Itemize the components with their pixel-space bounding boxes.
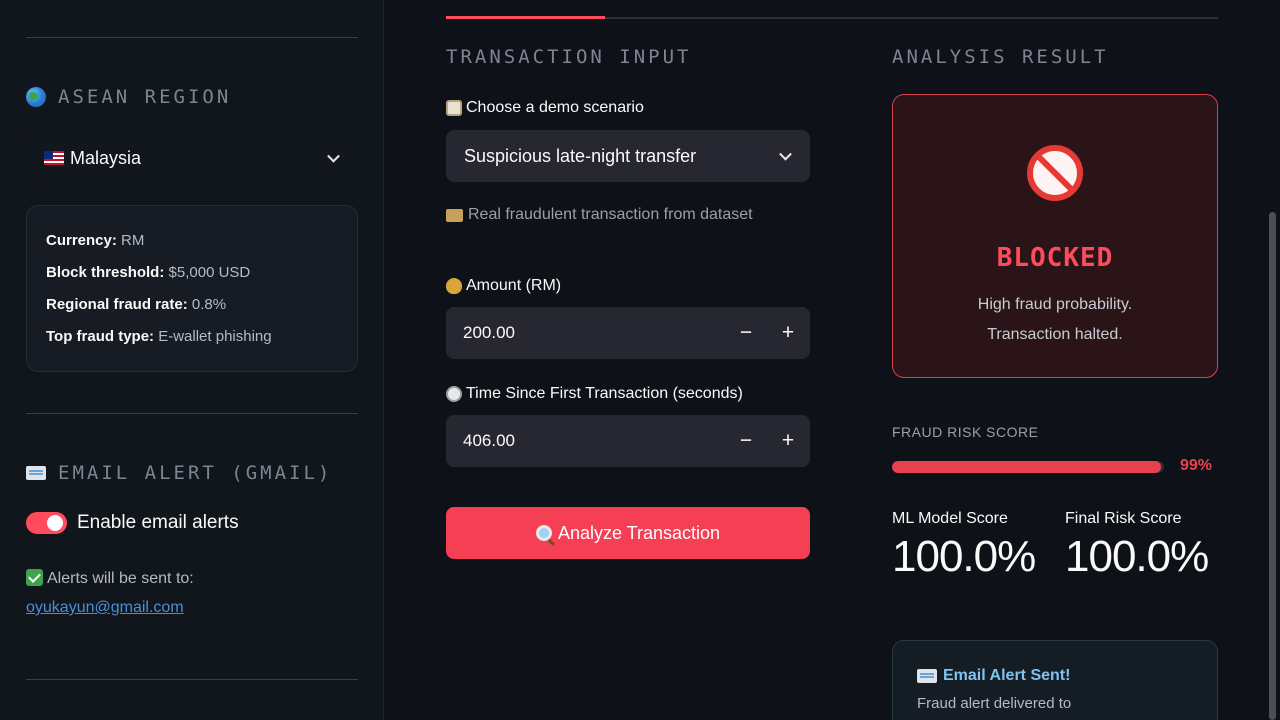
alerts-text: Alerts will be sent to: <box>47 570 194 587</box>
malaysia-flag-icon <box>44 151 64 165</box>
email-alert-toggle-row: Enable email alerts <box>26 512 239 534</box>
sidebar-divider <box>26 679 358 680</box>
final-risk-metric: Final Risk Score 100.0% <box>1065 510 1209 582</box>
region-info-card: Currency: RM Block threshold: $5,000 USD… <box>26 205 358 372</box>
alert-target: Alerts will be sent to: oyukayun@gmail.c… <box>26 564 194 622</box>
email-title: EMAIL ALERT (GMAIL) <box>58 462 333 484</box>
risk-score-bar <box>892 461 1164 473</box>
globe-icon <box>26 87 46 107</box>
chevron-down-icon <box>779 147 792 161</box>
amount-input[interactable]: 200.00 − + <box>446 307 810 359</box>
region-title: ASEAN REGION <box>58 86 232 108</box>
info-currency: Currency: RM <box>46 232 145 249</box>
final-risk-value: 100.0% <box>1065 532 1209 581</box>
result-card: BLOCKED High fraud probability. Transact… <box>892 94 1218 378</box>
info-top-fraud-type: Top fraud type: E-wallet phishing <box>46 328 272 345</box>
magnifier-icon <box>535 525 552 541</box>
scenario-label: Choose a demo scenario <box>446 99 644 117</box>
scenario-select[interactable]: Suspicious late-night transfer <box>446 130 810 182</box>
time-increment-button[interactable]: + <box>768 415 808 467</box>
chevron-down-icon <box>327 149 340 163</box>
stopwatch-icon <box>446 386 462 402</box>
email-sent-card: Email Alert Sent! Fraud alert delivered … <box>892 640 1218 720</box>
tab-active-indicator[interactable] <box>446 16 605 19</box>
scenario-caption: Real fraudulent transaction from dataset <box>446 206 753 224</box>
sidebar-divider <box>26 413 358 414</box>
amount-value: 200.00 <box>463 323 515 342</box>
time-decrement-button[interactable]: − <box>726 415 766 467</box>
amount-decrement-button[interactable]: − <box>726 307 766 359</box>
sidebar-divider <box>26 37 358 38</box>
info-block-threshold: Block threshold: $5,000 USD <box>46 264 251 281</box>
country-value: Malaysia <box>70 147 142 168</box>
risk-score-fill <box>892 461 1162 473</box>
amount-increment-button[interactable]: + <box>768 307 808 359</box>
envelope-icon <box>26 466 46 480</box>
toggle-label: Enable email alerts <box>77 512 239 533</box>
ml-model-label: ML Model Score <box>892 510 1008 527</box>
time-label: Time Since First Transaction (seconds) <box>446 385 743 403</box>
folder-icon <box>446 208 463 222</box>
amount-label: Amount (RM) <box>446 277 561 295</box>
email-sent-title: Email Alert Sent! <box>917 667 1193 685</box>
info-fraud-rate: Regional fraud rate: 0.8% <box>46 296 227 313</box>
analysis-result-title: ANALYSIS RESULT <box>892 46 1109 68</box>
email-sent-text: Fraud alert delivered to <box>917 695 1072 712</box>
money-bag-icon <box>446 278 462 294</box>
risk-score-label: FRAUD RISK SCORE <box>892 424 1039 440</box>
check-icon <box>26 569 43 586</box>
email-link[interactable]: oyukayun@gmail.com <box>26 593 194 622</box>
email-alert-toggle[interactable] <box>26 512 67 534</box>
region-section-title: ASEAN REGION <box>26 86 231 108</box>
status-blocked: BLOCKED <box>996 243 1114 273</box>
transaction-input-title: TRANSACTION INPUT <box>446 46 692 68</box>
clipboard-icon <box>446 100 462 116</box>
envelope-icon <box>917 669 937 683</box>
email-section-title: EMAIL ALERT (GMAIL) <box>26 462 332 484</box>
final-risk-label: Final Risk Score <box>1065 510 1182 527</box>
risk-score-percent: 99% <box>1180 457 1213 474</box>
result-description: High fraud probability. Transaction halt… <box>977 296 1133 343</box>
ml-model-metric: ML Model Score 100.0% <box>892 510 1036 582</box>
ml-model-value: 100.0% <box>892 532 1036 581</box>
main-scrollbar[interactable] <box>1269 212 1276 720</box>
country-select[interactable]: Malaysia <box>26 131 358 185</box>
prohibited-icon <box>1027 145 1083 201</box>
sidebar: ASEAN REGION Malaysia Currency: RM Block… <box>0 0 384 720</box>
time-value: 406.00 <box>463 431 515 450</box>
scenario-value: Suspicious late-night transfer <box>464 145 697 166</box>
analyze-transaction-button[interactable]: Analyze Transaction <box>446 507 810 559</box>
time-input[interactable]: 406.00 − + <box>446 415 810 467</box>
